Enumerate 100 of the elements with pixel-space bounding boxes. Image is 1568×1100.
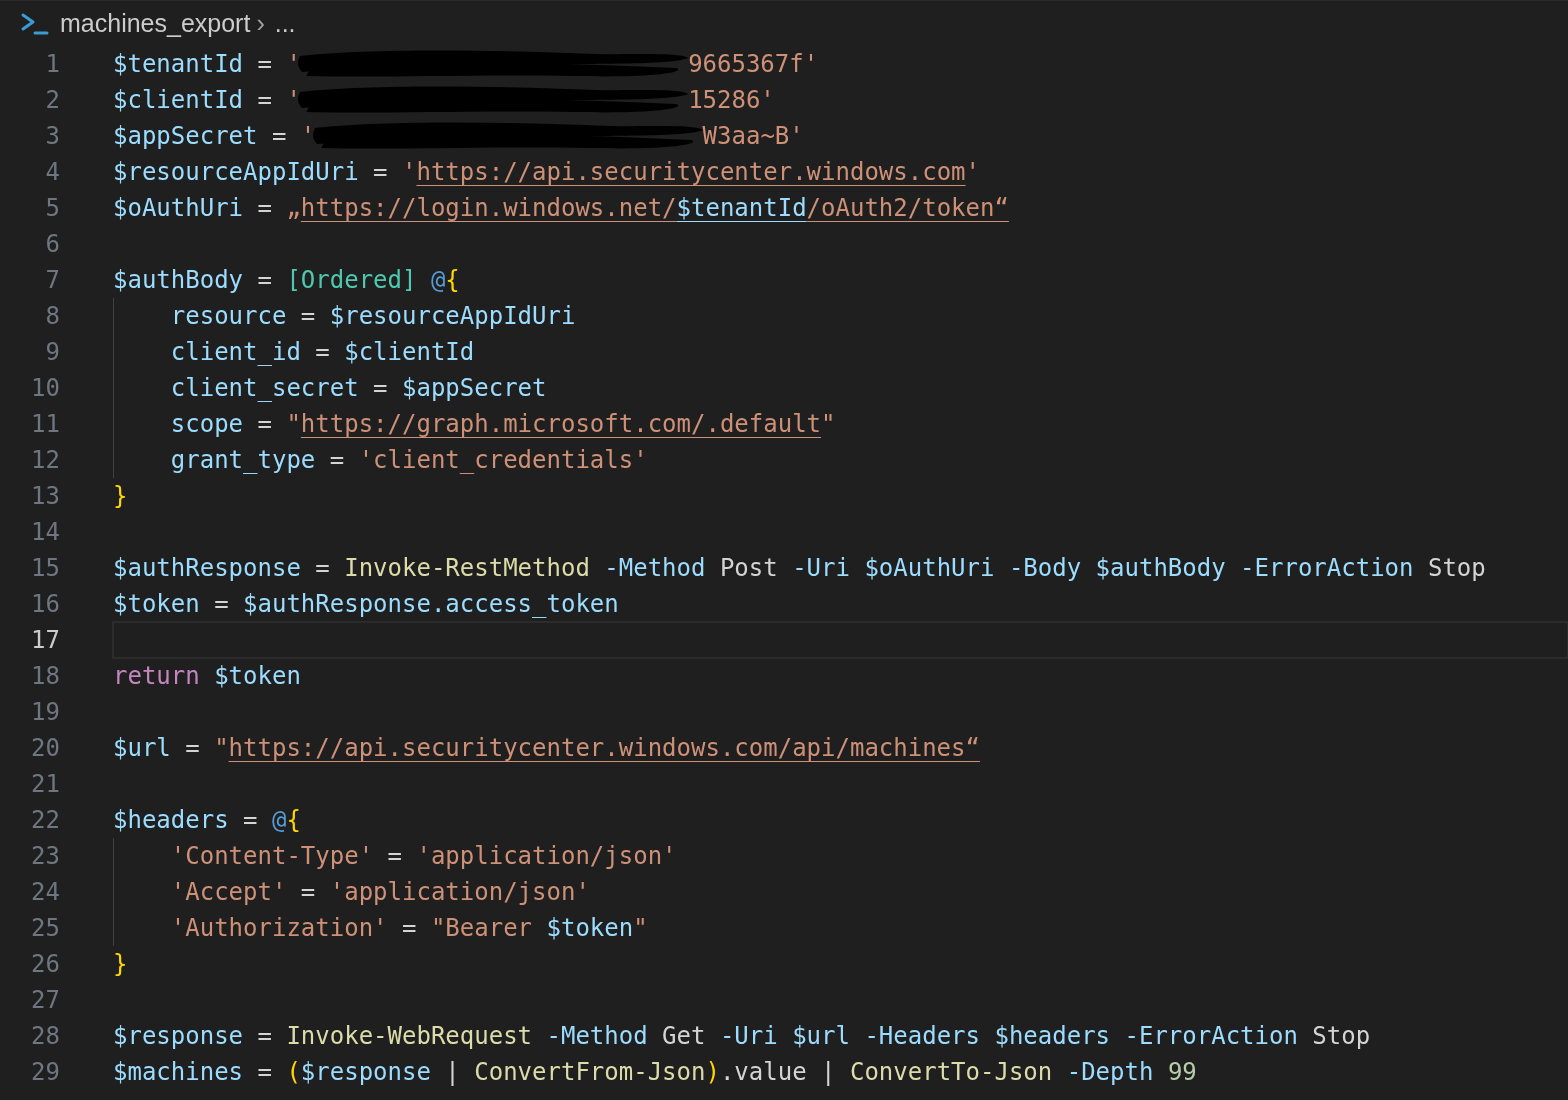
operator: = (314, 338, 331, 366)
variable-name: $appSecret (402, 374, 547, 402)
code-text: Post (718, 554, 779, 582)
operator: = (256, 266, 273, 294)
line-number: 15 (30, 554, 60, 582)
string-literal: " (633, 914, 648, 942)
line-number: 20 (30, 734, 60, 762)
string-literal: 15286' (688, 86, 775, 114)
variable-name: $authBody (113, 266, 244, 294)
string-literal: „ (286, 194, 301, 222)
line-number: 24 (30, 878, 60, 906)
line-number: 8 (44, 302, 60, 330)
string-literal: 'Accept' (170, 878, 287, 906)
bracket: } (113, 950, 128, 978)
operator: = (184, 734, 201, 762)
line-number: 16 (30, 590, 60, 618)
url-link[interactable]: https://login.windows.net/ (300, 194, 677, 222)
line-number: 2 (44, 86, 60, 114)
operator: = (256, 410, 273, 438)
string-literal: "Bearer (430, 914, 534, 942)
at-sign: @ (430, 266, 446, 294)
variable-name: $headers (113, 806, 229, 834)
breadcrumb-more[interactable]: ... (274, 9, 296, 38)
string-literal: 'Content-Type' (170, 842, 374, 870)
string-literal: ' (965, 158, 980, 186)
variable-name: $resourceAppIdUri (329, 302, 576, 330)
code-text: Stop (1311, 1022, 1371, 1050)
type-name: [Ordered] (286, 266, 418, 294)
url-link[interactable]: https://api.securitycenter.windows.com/api/machines“ (228, 734, 980, 762)
line-number: 17 (30, 626, 60, 654)
hashtable-key: resource (170, 302, 287, 330)
line-number: 12 (30, 446, 60, 474)
operator: | (820, 1058, 837, 1086)
file-name[interactable]: machines_export (60, 9, 251, 38)
operator: = (256, 1058, 273, 1086)
line-number: 13 (30, 482, 60, 510)
at-sign: @ (271, 806, 287, 834)
parameter-name: -Body (1008, 554, 1083, 582)
operator: | (444, 1058, 461, 1086)
line-number: 10 (30, 374, 60, 402)
code-text: Stop (1426, 554, 1486, 582)
bracket: { (445, 266, 460, 294)
hashtable-key: grant_type (170, 446, 316, 474)
line-number: 18 (30, 662, 60, 690)
operator: = (256, 1022, 273, 1050)
bracket: { (286, 806, 301, 834)
line-number: 28 (30, 1022, 60, 1050)
number-literal: 99 (1167, 1058, 1197, 1086)
command-name: Invoke-WebRequest (286, 1022, 534, 1050)
variable-name: $headers (994, 1022, 1112, 1050)
string-literal: 9665367f' (688, 50, 819, 78)
operator: = (314, 554, 331, 582)
url-link[interactable]: https://graph.microsoft.com/.default (300, 410, 822, 438)
string-literal: W3aa~B' (702, 122, 804, 150)
hashtable-key: client_secret (170, 374, 359, 402)
operator: = (256, 194, 273, 222)
operator: = (256, 86, 273, 114)
operator: = (242, 806, 259, 834)
command-name: ConvertTo-Json (849, 1058, 1054, 1086)
operator: = (299, 302, 317, 330)
code-text: Get (661, 1022, 707, 1050)
variable-name: $oAuthUri (113, 194, 244, 222)
string-literal: " (214, 734, 229, 762)
variable-name: $url (113, 734, 171, 762)
variable-name: $clientId (113, 86, 244, 114)
variable-name: $clientId (344, 338, 475, 366)
variable-name: $token (546, 914, 634, 942)
line-number: 3 (44, 122, 60, 150)
line-number: 25 (30, 914, 60, 942)
variable-name: $machines (113, 1058, 244, 1086)
string-literal: 'application/json' (329, 878, 590, 906)
variable-name: $response (113, 1022, 244, 1050)
line-number: 1 (44, 50, 60, 78)
url-variable[interactable]: $tenantId (676, 194, 807, 222)
variable-name: $oAuthUri (864, 554, 996, 582)
variable-name: $token (113, 590, 200, 618)
parameter-name: -Uri (719, 1022, 779, 1050)
operator: = (401, 914, 418, 942)
command-name: Invoke-RestMethod (344, 554, 591, 582)
line-number: 7 (44, 266, 60, 294)
operator: = (372, 158, 389, 186)
parameter-name: -Headers (864, 1022, 981, 1050)
variable-name: $authBody (1095, 554, 1227, 582)
url-link[interactable]: https://api.securitycenter.windows.com (416, 158, 966, 186)
line-number: 26 (30, 950, 60, 978)
line-number: 29 (30, 1058, 60, 1086)
variable-name: $token (214, 662, 301, 690)
url-link[interactable]: /oAuth2/token“ (806, 194, 1009, 222)
chevron-icon: › (256, 9, 265, 38)
command-name: ConvertFrom-Json (474, 1058, 706, 1086)
bracket: } (113, 482, 128, 510)
line-number: 5 (44, 194, 60, 222)
operator: = (328, 446, 346, 474)
line-number: 19 (30, 698, 60, 726)
string-literal: 'application/json' (416, 842, 677, 870)
line-number: 9 (44, 338, 60, 366)
bracket: ) (705, 1058, 720, 1086)
line-number: 4 (44, 158, 60, 186)
line-number: 27 (30, 986, 60, 1014)
bracket: ( (286, 1058, 301, 1086)
